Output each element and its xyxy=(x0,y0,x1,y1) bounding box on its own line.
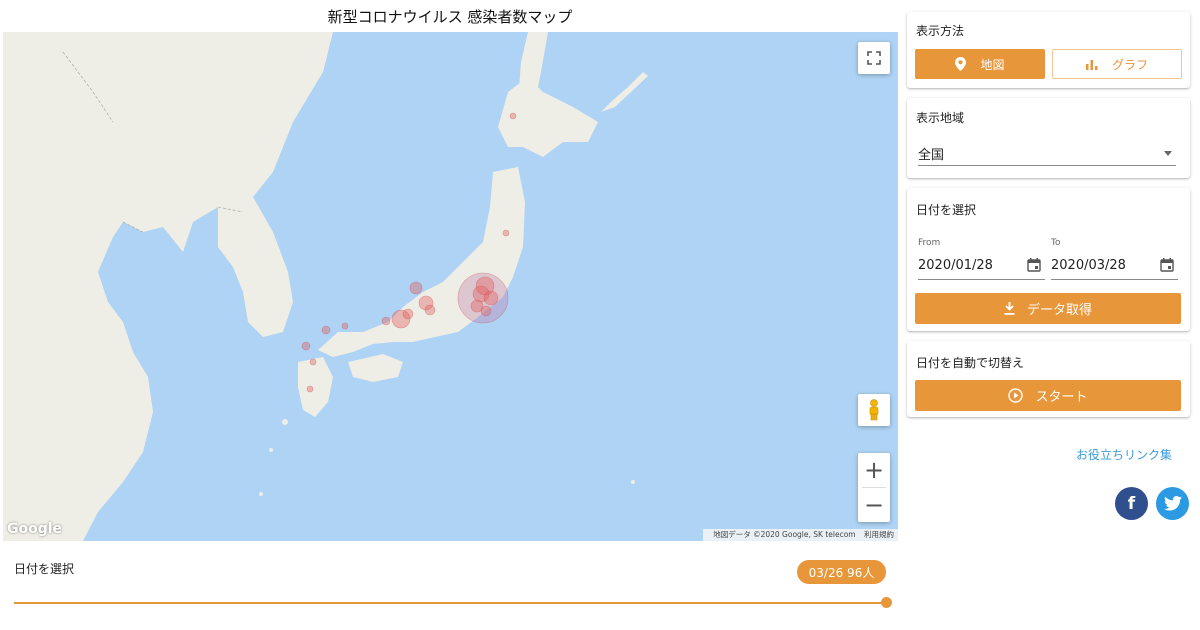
date-slider-track[interactable] xyxy=(14,602,886,604)
fullscreen-button[interactable] xyxy=(858,42,890,74)
date-range-panel: 日付を選択 From 2020/01/28 To 2020/03/28 データ取… xyxy=(907,188,1190,331)
date-range-title: 日付を選択 xyxy=(916,203,977,217)
auto-switch-title: 日付を自動で切替え xyxy=(916,356,1025,370)
map-mode-button[interactable]: 地図 xyxy=(915,49,1045,79)
calendar-icon[interactable] xyxy=(1027,258,1041,272)
facebook-share-button[interactable]: f xyxy=(1115,487,1148,520)
display-mode-panel: 表示方法 地図 グラフ xyxy=(907,12,1190,88)
map-attribution: 地図データ ©2020 Google, SK telecom 利用規約 xyxy=(703,529,898,541)
date-slider-thumb[interactable] xyxy=(880,597,892,608)
to-date-label: To xyxy=(1051,238,1061,248)
map-land xyxy=(3,32,648,541)
display-mode-title: 表示方法 xyxy=(916,24,965,38)
bar-chart-icon xyxy=(1085,59,1098,70)
timeline-label: 日付を選択 xyxy=(14,562,75,576)
download-icon xyxy=(1004,302,1015,315)
play-circle-icon xyxy=(1008,388,1024,403)
map-pin-icon xyxy=(955,57,967,71)
terms-link[interactable]: 利用規約 xyxy=(864,530,894,539)
start-label: スタート xyxy=(1035,390,1088,405)
attribution-text: 地図データ ©2020 Google, SK telecom xyxy=(713,530,856,539)
graph-mode-label: グラフ xyxy=(1111,57,1148,72)
fetch-data-button[interactable]: データ取得 xyxy=(915,293,1181,324)
to-date-field[interactable]: To 2020/03/28 xyxy=(1051,238,1178,280)
region-select[interactable]: 全国 xyxy=(918,142,1176,166)
page-title: 新型コロナウイルス 感染者数マップ xyxy=(327,8,573,26)
region-title: 表示地域 xyxy=(916,111,965,125)
graph-mode-button[interactable]: グラフ xyxy=(1052,49,1182,79)
zoom-out-button[interactable]: − xyxy=(858,488,890,522)
calendar-icon[interactable] xyxy=(1160,258,1174,272)
start-button[interactable]: スタート xyxy=(915,380,1181,411)
map-mode-label: 地図 xyxy=(980,57,1005,72)
pegman-icon xyxy=(869,399,879,421)
map-view[interactable]: + − Google 地図データ ©2020 Google, SK teleco… xyxy=(3,32,898,541)
facebook-icon: f xyxy=(1127,493,1136,514)
from-date-field[interactable]: From 2020/01/28 xyxy=(918,238,1045,280)
zoom-controls: + − xyxy=(858,453,890,522)
fullscreen-icon xyxy=(867,51,881,65)
zoom-in-button[interactable]: + xyxy=(858,453,890,487)
date-count-badge: 03/26 96人 xyxy=(797,560,886,584)
auto-switch-panel: 日付を自動で切替え スタート xyxy=(907,341,1190,417)
dropdown-caret-icon xyxy=(1164,151,1172,156)
fetch-data-label: データ取得 xyxy=(1026,303,1092,318)
street-view-button[interactable] xyxy=(858,394,890,426)
region-select-value: 全国 xyxy=(918,148,945,163)
twitter-icon xyxy=(1163,496,1182,511)
to-date-value: 2020/03/28 xyxy=(1051,258,1126,273)
twitter-share-button[interactable] xyxy=(1156,487,1189,520)
from-date-label: From xyxy=(918,238,941,248)
region-panel: 表示地域 全国 xyxy=(907,98,1190,178)
useful-links[interactable]: お役立ちリンク集 xyxy=(1076,446,1172,463)
google-logo: Google xyxy=(7,521,63,537)
from-date-value: 2020/01/28 xyxy=(918,258,993,273)
